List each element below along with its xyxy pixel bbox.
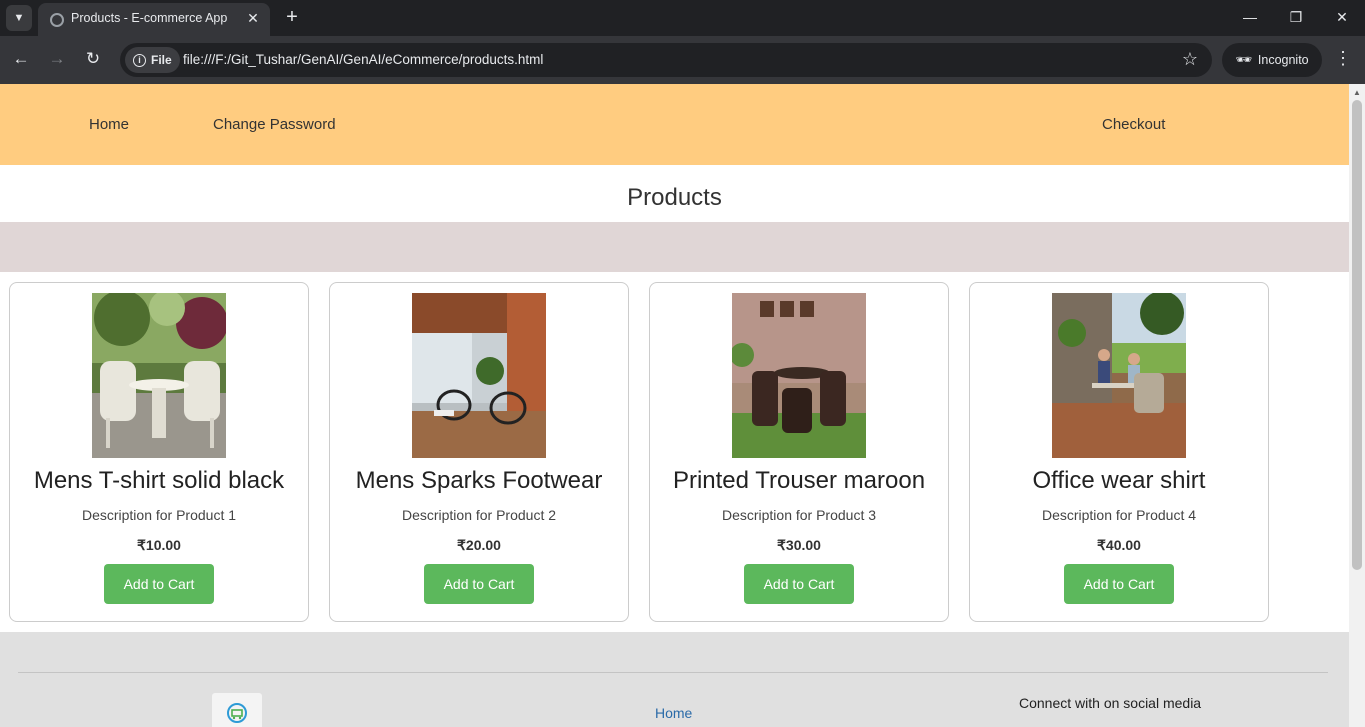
shopping-cart-logo [212, 693, 262, 727]
page-scrollbar[interactable]: ▲ [1349, 84, 1365, 727]
browser-menu-icon[interactable]: ⋮ [1334, 48, 1352, 69]
product-name: Mens Sparks Footwear [355, 467, 603, 494]
product-description: Description for Product 2 [401, 507, 557, 523]
tab-search-button[interactable]: ▼ [6, 5, 32, 31]
product-card: Mens Sparks Footwear Description for Pro… [329, 282, 629, 622]
product-image [1052, 293, 1186, 458]
incognito-label: Incognito [1257, 53, 1309, 67]
site-navbar: Home Change Password Checkout [0, 84, 1349, 165]
incognito-icon: 🕶 [1235, 52, 1252, 67]
page-viewport: Home Change Password Checkout Products M [0, 84, 1349, 727]
browser-toolbar: ← → ↻ i File file:///F:/Git_Tushar/GenAI… [0, 36, 1365, 84]
close-icon[interactable]: ✕ [244, 9, 262, 27]
address-bar[interactable]: i File file:///F:/Git_Tushar/GenAI/GenAI… [120, 43, 1212, 77]
product-description: Description for Product 4 [1041, 507, 1197, 523]
add-to-cart-button[interactable]: Add to Cart [104, 564, 214, 604]
add-to-cart-button[interactable]: Add to Cart [424, 564, 534, 604]
tab-title: Products - E-commerce App [71, 11, 228, 25]
chevron-down-icon: ▼ [13, 12, 25, 24]
site-footer: Home Connect with on social media [0, 632, 1349, 727]
product-card: Office wear shirt Description for Produc… [969, 282, 1269, 622]
bookmark-star-icon[interactable]: ☆ [1182, 49, 1198, 70]
scrollbar-thumb[interactable] [1352, 100, 1362, 570]
site-info-chip[interactable]: i File [125, 47, 180, 73]
globe-icon [50, 13, 64, 27]
new-tab-button[interactable]: + [282, 6, 302, 28]
product-image [412, 293, 546, 458]
add-to-cart-button[interactable]: Add to Cart [744, 564, 854, 604]
url-text[interactable]: file:///F:/Git_Tushar/GenAI/GenAI/eComme… [183, 52, 543, 67]
window-close-button[interactable]: ✕ [1330, 6, 1354, 28]
page-title: Products [627, 184, 722, 211]
site-chip-label: File [151, 53, 172, 67]
browser-tab[interactable]: Products - E-commerce App ✕ [38, 3, 270, 36]
scroll-up-icon[interactable]: ▲ [1349, 86, 1365, 100]
product-image [732, 293, 866, 458]
footer-divider [18, 672, 1328, 673]
back-button[interactable]: ← [10, 48, 32, 70]
nav-change-password-link[interactable]: Change Password [213, 116, 336, 133]
product-description: Description for Product 1 [81, 507, 237, 523]
product-card: Printed Trouser maroon Description for P… [649, 282, 949, 622]
browser-tab-bar: ▼ Products - E-commerce App ✕ + — ❐ ✕ [0, 0, 1365, 36]
product-name: Mens T-shirt solid black [33, 467, 285, 494]
info-icon: i [133, 53, 146, 67]
reload-button[interactable]: ↻ [82, 48, 104, 70]
forward-button[interactable]: → [46, 48, 68, 70]
product-description: Description for Product 3 [721, 507, 877, 523]
product-price: ₹30.00 [777, 537, 821, 553]
nav-home-link[interactable]: Home [89, 116, 129, 133]
restore-button[interactable]: ❐ [1284, 6, 1308, 28]
product-price: ₹40.00 [1097, 537, 1141, 553]
footer-social-text: Connect with on social media [1019, 695, 1202, 711]
add-to-cart-button[interactable]: Add to Cart [1064, 564, 1174, 604]
product-card: Mens T-shirt solid black Description for… [9, 282, 309, 622]
filter-band [0, 222, 1349, 272]
product-image [92, 293, 226, 458]
footer-home-link[interactable]: Home [655, 705, 692, 721]
product-name: Office wear shirt [1032, 467, 1206, 494]
product-price: ₹20.00 [457, 537, 501, 553]
product-price: ₹10.00 [137, 537, 181, 553]
minimize-button[interactable]: — [1238, 6, 1262, 28]
incognito-indicator[interactable]: 🕶 Incognito [1222, 43, 1322, 77]
product-name: Printed Trouser maroon [672, 467, 926, 494]
nav-checkout-link[interactable]: Checkout [1102, 116, 1165, 133]
